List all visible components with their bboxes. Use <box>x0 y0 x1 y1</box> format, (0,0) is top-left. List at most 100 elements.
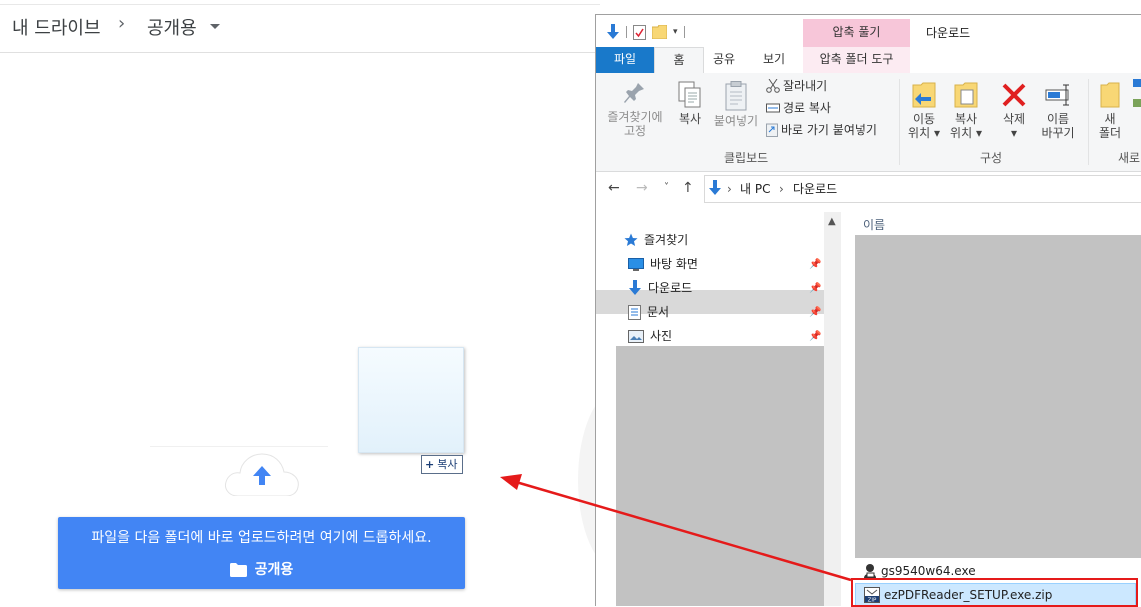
nav-item-documents[interactable]: 문서 <box>628 301 669 323</box>
organize-group-label: 구성 <box>980 151 1003 165</box>
address-crumb-downloads[interactable]: 다운로드 <box>793 176 837 202</box>
installer-exe-icon <box>864 564 876 578</box>
copy-to-icon <box>954 82 978 108</box>
nav-item-pictures[interactable]: 사진 <box>628 325 672 347</box>
copy-icon <box>678 81 701 108</box>
copy-to-label-2: 위치 ▾ <box>950 126 982 140</box>
move-to-button[interactable]: 이동 위치 ▾ <box>906 81 942 140</box>
copy-to-label-1: 복사 <box>954 112 978 126</box>
toolbar-separator <box>683 26 685 38</box>
copy-path-icon <box>766 103 780 113</box>
breadcrumb-my-drive[interactable]: 내 드라이브 <box>12 14 101 40</box>
rename-button[interactable]: 이름 바꾸기 <box>1038 81 1078 140</box>
properties-icon[interactable] <box>633 24 646 40</box>
paste-button[interactable]: 붙여넣기 <box>712 81 760 128</box>
quick-access-toolbar: ▾ <box>606 24 685 40</box>
new-folder-label-1: 새 <box>1104 112 1116 126</box>
paste-shortcut-icon <box>766 123 778 137</box>
plus-icon: + <box>425 458 435 471</box>
nav-item-desktop[interactable]: 바탕 화면 <box>628 253 698 275</box>
tab-view[interactable]: 보기 <box>752 47 796 73</box>
move-to-label-1: 이동 <box>912 112 936 126</box>
clipboard-group-label: 클립보드 <box>724 151 769 165</box>
nav-item-quick-access[interactable]: 즐겨찾기 <box>624 229 688 251</box>
nav-label-downloads: 다운로드 <box>648 281 693 295</box>
pinned-icon: 📌 <box>809 283 822 294</box>
ribbon-tabs: 파일 홈 공유 보기 압축 폴더 도구 <box>596 47 1141 75</box>
tab-compressed-folder-tools[interactable]: 압축 폴더 도구 <box>803 47 910 73</box>
clipboard-icon <box>725 81 747 111</box>
up-arrow-icon[interactable]: ↑ <box>682 180 694 196</box>
breadcrumb-separator: › <box>118 13 126 34</box>
new-folder-qat-icon[interactable] <box>652 25 667 39</box>
pin-icon <box>624 83 644 103</box>
nav-label-quick-access: 즐겨찾기 <box>644 233 689 247</box>
drag-ghost-file <box>358 347 464 453</box>
paste-shortcut-button[interactable]: 바로 가기 붙여넣기 <box>766 122 877 138</box>
star-icon <box>624 233 638 246</box>
tab-file[interactable]: 파일 <box>596 47 654 73</box>
recent-locations-icon[interactable]: ˅ <box>664 182 669 193</box>
pinned-icon: 📌 <box>809 259 822 270</box>
highlight-annotation-box <box>851 578 1138 607</box>
document-icon <box>628 304 641 320</box>
pinned-icon: 📌 <box>809 307 822 318</box>
file-explorer-window: ▾ 압축 풀기 다운로드 파일 홈 공유 보기 압축 폴더 도구 즐겨찾기에 고… <box>595 14 1141 606</box>
forward-arrow-icon[interactable]: → <box>636 180 648 196</box>
rename-label-2: 바꾸기 <box>1041 126 1075 140</box>
download-folder-icon <box>709 180 721 195</box>
drop-zone-folder-name: 공개용 <box>254 562 294 578</box>
copy-button[interactable]: 복사 <box>674 81 706 126</box>
address-row: ← → ˅ ↑ › 내 PC › 다운로드 <box>596 172 1141 205</box>
ribbon-home: 즐겨찾기에 고정 복사 붙여넣기 잘라내기 경로 복사 바로 가기 붙여넣기 클… <box>596 73 1141 172</box>
move-to-icon <box>912 82 936 108</box>
desktop-icon <box>628 257 644 271</box>
delete-x-icon <box>1002 83 1026 107</box>
new-item-icon[interactable] <box>1133 79 1141 111</box>
pin-label-1: 즐겨찾기에 <box>607 110 663 124</box>
delete-button[interactable]: 삭제 ▾ <box>996 81 1032 140</box>
nav-label-documents: 문서 <box>647 305 670 319</box>
folder-icon <box>229 563 247 577</box>
qat-dropdown-icon[interactable]: ▾ <box>673 27 678 37</box>
cut-button[interactable]: 잘라내기 <box>766 78 827 94</box>
nav-label-pictures: 사진 <box>650 329 673 343</box>
new-folder-button[interactable]: 새 폴더 <box>1096 81 1124 140</box>
address-bar[interactable]: › 내 PC › 다운로드 <box>704 175 1141 203</box>
cloud-upload-icon <box>225 453 299 496</box>
breadcrumb-current-folder[interactable]: 공개용 <box>147 14 197 40</box>
drop-zone-folder: 공개용 <box>58 559 465 579</box>
address-crumb-this-pc[interactable]: 내 PC <box>740 176 770 202</box>
address-separator-icon[interactable]: › <box>727 176 732 202</box>
delete-caret: ▾ <box>1010 126 1018 140</box>
pin-label-2: 고정 <box>623 124 647 138</box>
nav-pane-obscured-area <box>616 346 824 606</box>
nav-scrollbar[interactable]: ▲ <box>824 212 841 606</box>
scroll-up-icon[interactable]: ▲ <box>828 216 836 227</box>
column-header-name[interactable]: 이름 <box>863 216 885 233</box>
navigation-pane: 즐겨찾기 바탕 화면 📌 다운로드 📌 문서 📌 사진 📌 ▲ <box>596 206 841 606</box>
pin-to-quick-access-button[interactable]: 즐겨찾기에 고정 <box>604 81 666 138</box>
back-arrow-icon[interactable]: ← <box>608 180 620 196</box>
copy-path-button[interactable]: 경로 복사 <box>766 100 831 116</box>
paste-shortcut-label: 바로 가기 붙여넣기 <box>781 123 877 137</box>
copy-drag-badge: + 복사 <box>421 455 464 474</box>
move-to-label-2: 위치 ▾ <box>908 126 940 140</box>
tab-home[interactable]: 홈 <box>654 47 704 75</box>
tab-share[interactable]: 공유 <box>704 47 744 73</box>
drop-zone-banner[interactable]: 파일을 다음 폴더에 바로 업로드하려면 여기에 드롭하세요. 공개용 <box>58 517 465 589</box>
folder-menu-caret-icon[interactable] <box>210 24 220 29</box>
pictures-icon <box>628 329 644 343</box>
address-separator[interactable]: › <box>779 176 784 202</box>
cut-label: 잘라내기 <box>783 79 828 93</box>
paste-label: 붙여넣기 <box>713 114 759 128</box>
faint-divider <box>150 446 328 447</box>
copy-to-button[interactable]: 복사 위치 ▾ <box>948 81 984 140</box>
rename-label-1: 이름 <box>1046 112 1070 126</box>
nav-item-downloads[interactable]: 다운로드 <box>628 277 692 299</box>
rename-icon <box>1045 84 1069 106</box>
scissors-icon <box>766 79 780 93</box>
title-bar: ▾ 압축 풀기 다운로드 <box>596 15 1141 48</box>
file-list-obscured-area <box>855 235 1141 558</box>
copy-label: 복사 <box>678 112 702 126</box>
